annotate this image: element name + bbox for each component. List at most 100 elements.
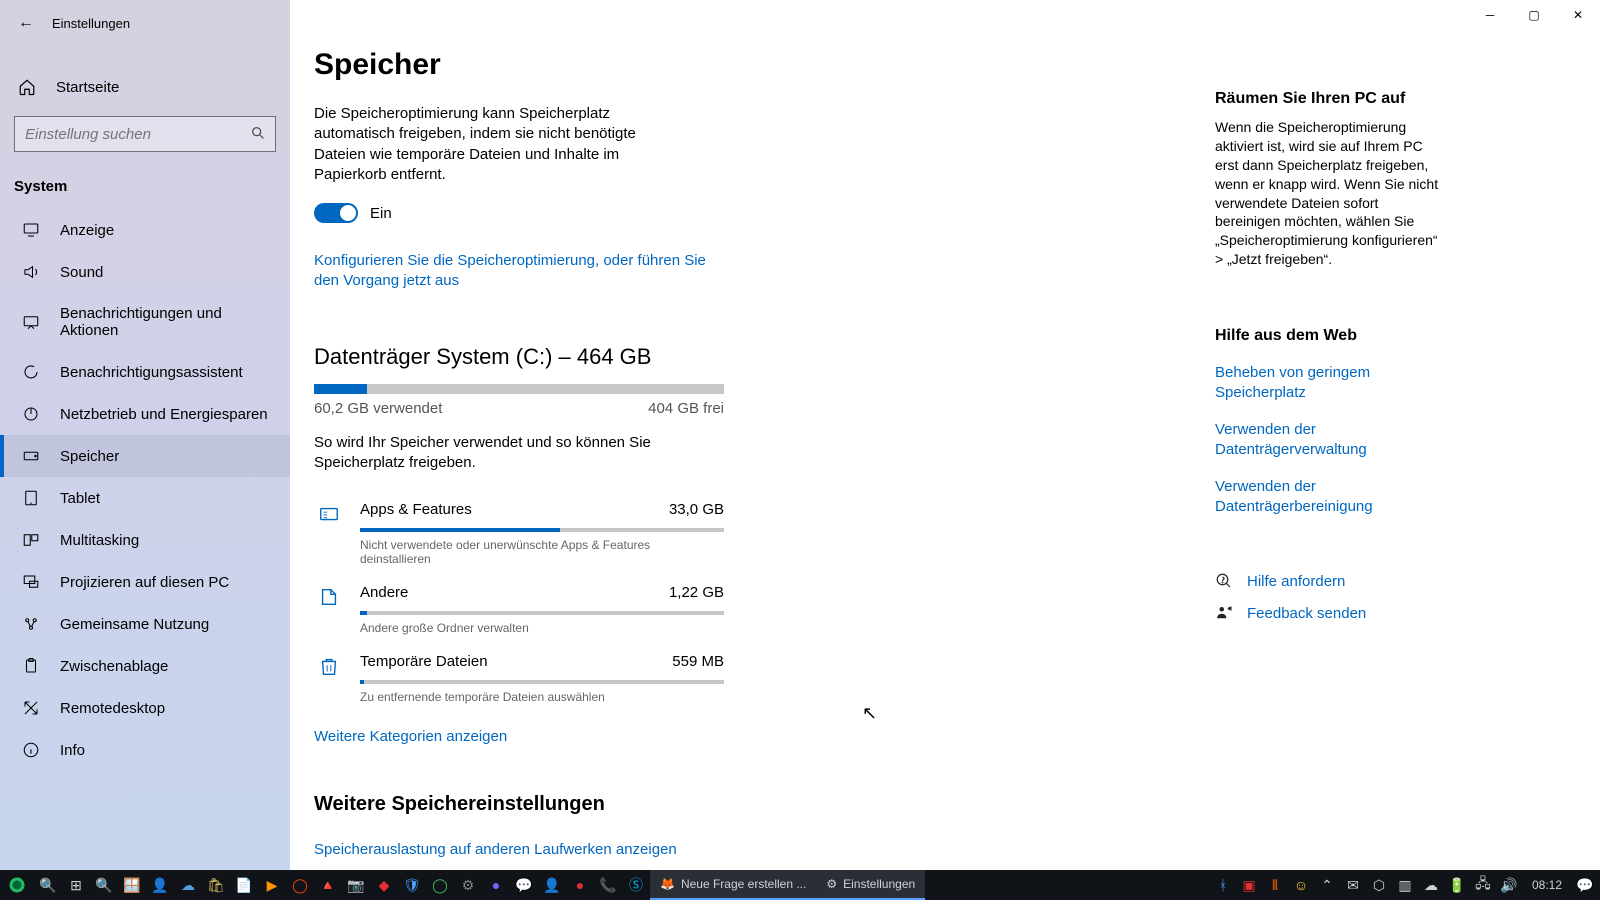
tray-bluetooth-icon[interactable]: ᚼ — [1212, 870, 1234, 900]
storage-category-other[interactable]: Andere1,22 GBAndere große Ordner verwalt… — [314, 570, 724, 639]
sidebar-item-label: Benachrichtigungsassistent — [60, 364, 243, 381]
tray-icon[interactable]: ⬡ — [1368, 870, 1390, 900]
more-storage-link[interactable]: Speicherauslastung auf anderen Laufwerke… — [314, 840, 714, 860]
back-button[interactable]: ← — [18, 14, 34, 32]
sidebar-item-power[interactable]: Netzbetrieb und Energiesparen — [0, 393, 290, 435]
tray-battery-icon[interactable]: 🔋 — [1446, 870, 1468, 900]
remote-icon — [22, 699, 40, 717]
sidebar-item-multitasking[interactable]: Multitasking — [0, 519, 290, 561]
category-size: 33,0 GB — [669, 501, 724, 518]
tray-icon[interactable]: ☁ — [1420, 870, 1442, 900]
pinned-icon[interactable]: Ⓢ — [622, 870, 650, 900]
more-storage-settings-heading: Weitere Speichereinstellungen — [314, 793, 1576, 816]
web-help-link[interactable]: Verwenden der Datenträgerbereinigung — [1215, 477, 1445, 516]
web-help-link[interactable]: Beheben von geringem Speicherplatz — [1215, 363, 1445, 402]
apps-icon — [318, 503, 340, 525]
pinned-icon[interactable]: 🛡 — [398, 870, 426, 900]
pinned-icon[interactable]: ◯ — [286, 870, 314, 900]
sidebar-item-tablet[interactable]: Tablet — [0, 477, 290, 519]
sidebar-item-info[interactable]: Info — [0, 729, 290, 771]
disk-free-text: 404 GB frei — [648, 400, 724, 417]
web-help-link[interactable]: Verwenden der Datenträgerverwaltung — [1215, 420, 1445, 459]
taskbar[interactable]: 🔍 ⊞ 🔍 🪟 👤 ☁ 🛍 📄 ▶ ◯ 🔺 📷 ◆ 🛡 ◯ ⚙ ● 💬 👤 ● … — [0, 870, 1600, 900]
configure-storage-sense-link[interactable]: Konfigurieren Sie die Speicheroptimierun… — [314, 251, 714, 292]
pinned-icon[interactable]: ◯ — [426, 870, 454, 900]
show-more-categories-link[interactable]: Weitere Kategorien anzeigen — [314, 728, 1576, 745]
sidebar-item-remote[interactable]: Remotedesktop — [0, 687, 290, 729]
taskbar-task[interactable]: 🦊Neue Frage erstellen ... — [650, 870, 816, 900]
display-icon — [22, 221, 40, 239]
storage-category-apps[interactable]: Apps & Features 33,0 GB Nicht verwendete o… — [314, 487, 724, 570]
taskbar-clock[interactable]: 08:12 — [1524, 878, 1570, 892]
pinned-icon[interactable]: 👤 — [538, 870, 566, 900]
sidebar-item-label: Sound — [60, 264, 103, 281]
pinned-icon[interactable]: ● — [566, 870, 594, 900]
sidebar-item-shared[interactable]: Gemeinsame Nutzung — [0, 603, 290, 645]
feedback-link[interactable]: Feedback senden — [1215, 604, 1445, 622]
disk-explain: So wird Ihr Speicher verwendet und so kö… — [314, 433, 709, 474]
pinned-icon[interactable]: 🔍 — [90, 870, 118, 900]
window-title: Einstellungen — [52, 16, 130, 31]
tray-icon[interactable]: ☺ — [1290, 870, 1312, 900]
tray-network-icon[interactable]: 🖧 — [1472, 870, 1494, 900]
sidebar-item-display[interactable]: Anzeige — [0, 209, 290, 251]
category-bar — [360, 680, 724, 684]
tray-icon[interactable]: ▥ — [1394, 870, 1416, 900]
sidebar-item-focus[interactable]: Benachrichtigungsassistent — [0, 351, 290, 393]
storage-category-temp[interactable]: Temporäre Dateien559 MBZu entfernende te… — [314, 639, 724, 708]
firefox-icon: 🦊 — [660, 877, 675, 891]
other-icon — [318, 586, 340, 608]
pinned-icon[interactable]: 🔺 — [314, 870, 342, 900]
category-hint: Andere große Ordner verwalten — [360, 621, 724, 635]
sidebar-home[interactable]: Startseite — [0, 66, 290, 108]
taskbar-task[interactable]: ⚙Einstellungen — [816, 870, 925, 900]
sidebar-item-clipboard[interactable]: Zwischenablage — [0, 645, 290, 687]
sidebar-item-label: Speicher — [60, 448, 119, 465]
storage-sense-toggle[interactable] — [314, 203, 358, 223]
tablet-icon — [22, 489, 40, 507]
category-hint: Nicht verwendete oder unerwünschte Apps … — [360, 538, 724, 566]
tray-icon[interactable]: ▣ — [1238, 870, 1260, 900]
action-center-icon[interactable]: 💬 — [1574, 870, 1596, 900]
category-name: Apps & Features — [360, 501, 472, 518]
sidebar-item-storage[interactable]: Speicher — [0, 435, 290, 477]
pinned-icon[interactable]: ▶ — [258, 870, 286, 900]
tray-icon[interactable]: ⦀ — [1264, 870, 1286, 900]
pinned-icon[interactable]: 👤 — [146, 870, 174, 900]
get-help-link[interactable]: Hilfe anfordern — [1215, 572, 1445, 590]
pinned-icon[interactable]: 🛍 — [202, 870, 230, 900]
category-hint: Zu entfernende temporäre Dateien auswähl… — [360, 690, 724, 704]
help-icon — [1215, 572, 1233, 590]
taskbar-search-icon[interactable]: 🔍 — [34, 870, 62, 900]
pinned-icon[interactable]: 📄 — [230, 870, 258, 900]
pinned-icon[interactable]: 💬 — [510, 870, 538, 900]
search-input[interactable] — [14, 116, 276, 152]
pinned-icon[interactable]: ● — [482, 870, 510, 900]
task-view-icon[interactable]: ⊞ — [62, 870, 90, 900]
feedback-icon — [1215, 604, 1233, 622]
sidebar-item-project[interactable]: Projizieren auf diesen PC — [0, 561, 290, 603]
feedback-label: Feedback senden — [1247, 605, 1366, 622]
start-icon — [8, 876, 26, 894]
storage-icon — [22, 447, 40, 465]
pinned-icon[interactable]: ⚙ — [454, 870, 482, 900]
sidebar-item-label: Remotedesktop — [60, 700, 165, 717]
start-button[interactable] — [0, 870, 34, 900]
pinned-icon[interactable]: 📞 — [594, 870, 622, 900]
category-bar — [360, 611, 724, 615]
sound-icon — [22, 263, 40, 281]
taskbar-task-label: Einstellungen — [843, 877, 915, 891]
sidebar-item-sound[interactable]: Sound — [0, 251, 290, 293]
disk-usage-bar — [314, 384, 724, 394]
pinned-icon[interactable]: 🪟 — [118, 870, 146, 900]
tray-volume-icon[interactable]: 🔊 — [1498, 870, 1520, 900]
pinned-icon[interactable]: 📷 — [342, 870, 370, 900]
pinned-icon[interactable]: ◆ — [370, 870, 398, 900]
clipboard-icon — [22, 657, 40, 675]
sidebar-item-notifications[interactable]: Benachrichtigungen und Aktionen — [0, 293, 290, 351]
tray-icon[interactable]: ✉ — [1342, 870, 1364, 900]
pinned-icon[interactable]: ☁ — [174, 870, 202, 900]
tray-icon[interactable]: ⌃ — [1316, 870, 1338, 900]
sidebar: ← Einstellungen Startseite System Anzeig… — [0, 0, 290, 870]
temp-icon — [318, 655, 340, 677]
